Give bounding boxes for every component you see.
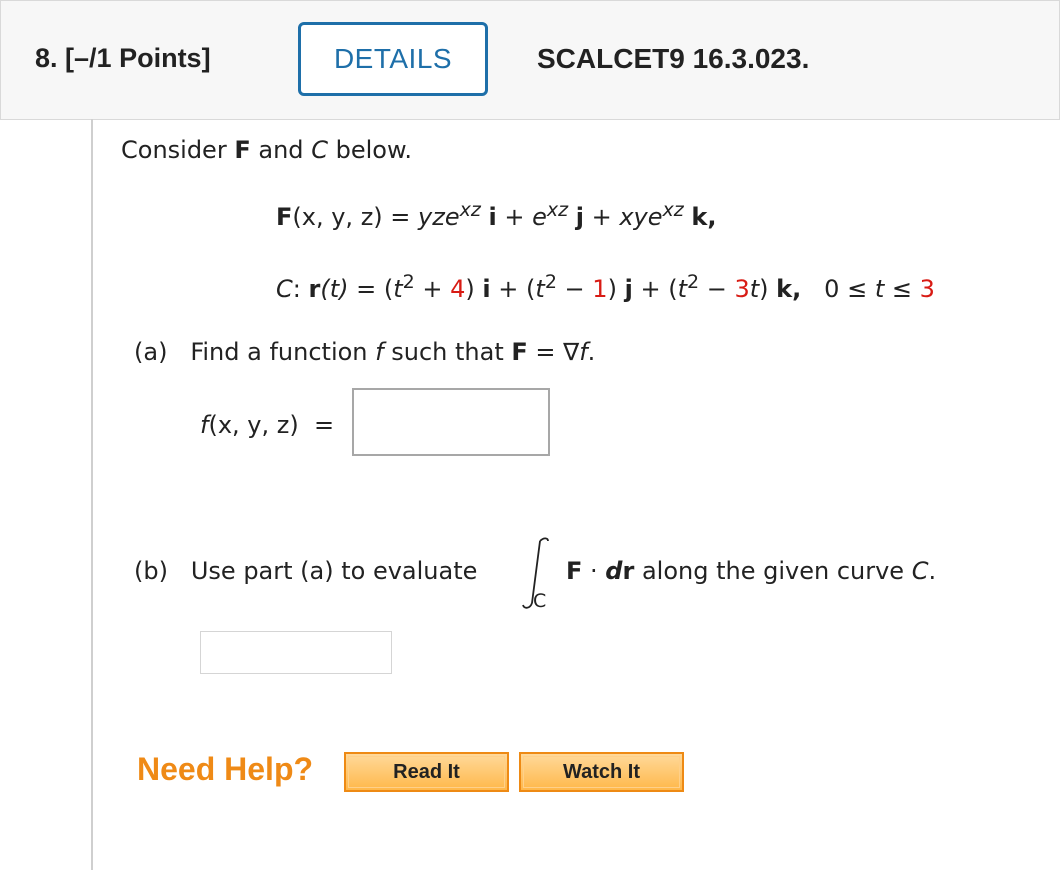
part-a-prompt: (a) Find a function f such that F = ∇f. <box>134 338 595 366</box>
curve-equation: C: r(t) = (t2 + 4) i + (t2 − 1) j + (t2 … <box>276 273 935 304</box>
curve-comma: , <box>792 275 802 303</box>
curve-const-4: 4 <box>450 275 466 303</box>
paren-close-3: ) <box>759 275 769 303</box>
curve-eq: = <box>348 275 384 303</box>
field-unit-i: i <box>488 203 497 231</box>
range-op-1: ≤ <box>839 275 875 303</box>
curve-unit-j: j <box>624 275 633 303</box>
answer-label-args: (x, y, z) <box>208 411 299 439</box>
part-a-text: Find a function <box>190 338 368 366</box>
curve-plus: + <box>414 275 451 303</box>
curve-t-var: t <box>749 275 760 303</box>
field-comma: , <box>707 203 717 231</box>
part-b-r: r <box>622 557 635 585</box>
curve-plus-b: + <box>632 275 669 303</box>
part-a-f: f <box>375 338 384 366</box>
part-b-period: . <box>928 557 937 585</box>
curve-t1: t <box>393 275 403 303</box>
prompt-consider: Consider <box>121 136 227 164</box>
watch-it-button[interactable]: Watch It <box>519 752 684 792</box>
curve-r: r <box>308 275 321 303</box>
prompt-and: and <box>258 136 304 164</box>
vector-field-equation: F(x, y, z) = yzexz i + exz j + xyexz k, <box>276 201 717 232</box>
part-b-d: d <box>605 557 623 585</box>
points-label: [–/1 Points] <box>65 43 211 73</box>
curve-C: C <box>276 275 293 303</box>
part-b-text: Use part (a) to evaluate <box>190 557 478 585</box>
field-eq: = <box>382 203 419 231</box>
paren-close-2: ) <box>607 275 617 303</box>
part-b-answer-input[interactable] <box>200 631 392 674</box>
paren-open-2: ( <box>526 275 536 303</box>
part-b-integrand: F · dr along the given curve C. <box>566 557 936 585</box>
field-plus1: + <box>496 203 533 231</box>
part-a-period: . <box>587 338 596 366</box>
part-a-answer-label: f(x, y, z) = <box>200 411 334 439</box>
field-unit-k: k <box>691 203 708 231</box>
prompt-below: below. <box>335 136 412 164</box>
part-a-such: such that <box>391 338 504 366</box>
field-term1-exp: xz <box>459 199 481 221</box>
curve-minus-3t: − <box>699 275 735 303</box>
paren-close-1: ) <box>465 275 475 303</box>
read-it-button[interactable]: Read It <box>344 752 509 792</box>
field-F: F <box>276 203 293 231</box>
curve-const-3: 3 <box>734 275 750 303</box>
range-low: 0 <box>824 275 840 303</box>
part-b-prompt: (b) Use part (a) to evaluate <box>134 557 477 585</box>
curve-unit-i: i <box>482 275 491 303</box>
curve-minus: − <box>556 275 593 303</box>
part-b-C: C <box>911 557 929 585</box>
curve-t-arg: (t) <box>320 275 349 303</box>
field-term3: xye <box>619 203 663 231</box>
prompt-line: Consider F and C below. <box>121 136 412 164</box>
field-plus2: + <box>583 203 620 231</box>
part-a-eq: = ∇ <box>527 338 580 366</box>
field-term2: e <box>532 203 547 231</box>
question-header: 8. [–/1 Points] DETAILS SCALCET9 16.3.02… <box>0 0 1060 120</box>
part-b-dot: · <box>582 557 606 585</box>
integral-subscript: C <box>533 590 547 612</box>
curve-const-1: 1 <box>592 275 608 303</box>
part-a-f2: f <box>579 338 588 366</box>
need-help-label: Need Help? <box>137 751 314 787</box>
curve-colon: : <box>292 275 309 303</box>
left-divider <box>91 119 93 870</box>
question-points-label: 8. [–/1 Points] <box>35 43 211 74</box>
details-button[interactable]: DETAILS <box>298 22 488 96</box>
curve-exp-1: 2 <box>402 271 415 293</box>
part-b-label: (b) <box>134 557 168 585</box>
curve-t3: t <box>677 275 687 303</box>
part-a-label: (a) <box>134 338 168 366</box>
question-number: 8. <box>35 43 58 73</box>
curve-unit-k: k <box>776 275 793 303</box>
range-t: t <box>874 275 885 303</box>
curve-exp-3: 2 <box>686 271 700 293</box>
range-op-2: ≤ <box>884 275 920 303</box>
field-term1: yze <box>418 203 460 231</box>
curve-plus-a: + <box>490 275 527 303</box>
field-term3-exp: xz <box>662 199 684 221</box>
range-high: 3 <box>919 275 935 303</box>
field-term2-exp: xz <box>546 199 569 221</box>
part-b-F: F <box>566 557 583 585</box>
paren-open-1: ( <box>383 275 394 303</box>
field-args: (x, y, z) <box>292 203 383 231</box>
prompt-C: C <box>311 136 328 164</box>
answer-label-eq: = <box>298 411 335 439</box>
curve-exp-2: 2 <box>544 271 557 293</box>
problem-code: SCALCET9 16.3.023. <box>537 43 810 74</box>
field-unit-j: j <box>575 203 584 231</box>
part-a-F: F <box>511 338 528 366</box>
part-b-rest: along the given curve <box>641 557 905 585</box>
paren-open-3: ( <box>668 275 678 303</box>
part-a-answer-input[interactable] <box>352 388 550 456</box>
curve-t2: t <box>535 275 545 303</box>
prompt-F: F <box>234 136 251 164</box>
